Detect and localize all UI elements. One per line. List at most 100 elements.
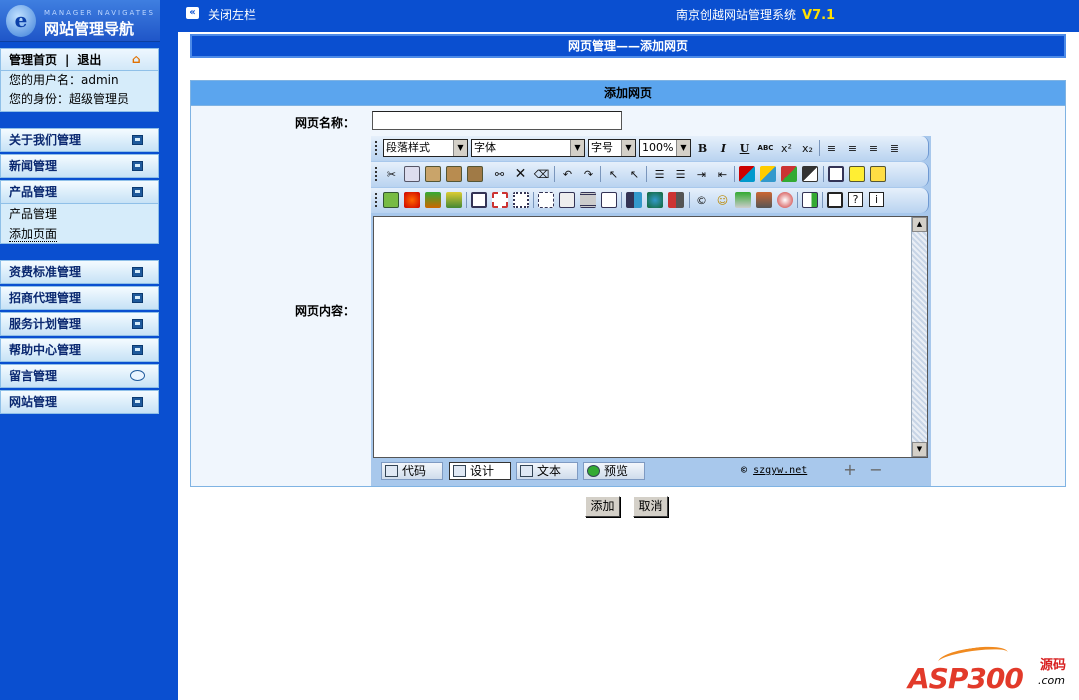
unlink-icon[interactable] <box>668 192 684 208</box>
strikethrough-button[interactable]: ABC <box>757 140 774 157</box>
menu-products[interactable]: 产品管理 <box>0 180 159 204</box>
editor-content-area[interactable]: ▲ ▼ <box>373 216 928 458</box>
menu-service-plan[interactable]: 服务计划管理 <box>0 312 159 336</box>
align-left-icon[interactable]: ≡ <box>823 140 840 157</box>
globe-link-icon[interactable] <box>647 192 663 208</box>
mode-tab-code[interactable]: 代码 <box>381 462 443 480</box>
insert-template-icon[interactable] <box>559 192 575 208</box>
paste-text-icon[interactable] <box>446 166 462 182</box>
select-value: 字体 <box>474 141 496 154</box>
select-value: 字号 <box>591 141 613 154</box>
find-replace-icon[interactable]: ⚯ <box>491 166 508 183</box>
toolbar-divider <box>689 192 690 208</box>
emoticon-icon[interactable]: ☺ <box>714 192 731 209</box>
hyperlink-icon[interactable] <box>626 192 642 208</box>
admin-home-link[interactable]: 管理首页 <box>9 51 57 68</box>
menu-news[interactable]: 新闻管理 <box>0 154 159 178</box>
toolbar-grip[interactable] <box>375 167 377 181</box>
border-icon[interactable] <box>828 166 844 182</box>
menu-label: 帮助中心管理 <box>9 343 82 357</box>
menu-tariff[interactable]: 资费标准管理 <box>0 260 159 284</box>
insert-image-icon[interactable] <box>383 192 399 208</box>
marquee-icon[interactable] <box>601 192 617 208</box>
table-cell-icon[interactable] <box>513 192 529 208</box>
date-icon[interactable] <box>756 192 772 208</box>
paragraph-style-select[interactable]: 段落样式 ▼ <box>383 139 468 157</box>
import-word-icon[interactable] <box>802 192 818 208</box>
about-icon[interactable]: i <box>869 192 884 207</box>
delete-icon[interactable]: ✕ <box>512 166 529 183</box>
eraser-icon[interactable]: ⌫ <box>533 166 550 183</box>
add-page-form: 添加网页 网页名称： 网页内容： 段落样式 ▼ 字体 ▼ 字号 ▼ 100% ▼ B I… <box>190 80 1066 487</box>
menu-help-center[interactable]: 帮助中心管理 <box>0 338 159 362</box>
copy-icon[interactable] <box>404 166 420 182</box>
insert-media-icon[interactable] <box>425 192 441 208</box>
indent-icon[interactable]: ⇥ <box>693 166 710 183</box>
align-right-icon[interactable]: ≡ <box>865 140 882 157</box>
add-button[interactable]: 添加 <box>585 496 620 517</box>
special-char-icon[interactable]: © <box>693 192 710 209</box>
logout-link[interactable]: 退出 <box>77 51 101 68</box>
mode-label: 设计 <box>470 464 495 478</box>
fullscreen-icon[interactable] <box>827 192 843 208</box>
superscript-icon[interactable]: x² <box>778 140 795 157</box>
help-icon[interactable]: ? <box>848 192 863 207</box>
unordered-list-icon[interactable]: ☰ <box>672 166 689 183</box>
select-all-icon[interactable]: ↖ <box>605 166 622 183</box>
font-family-select[interactable]: 字体 ▼ <box>471 139 585 157</box>
menu-agency[interactable]: 招商代理管理 <box>0 286 159 310</box>
remove-format-icon[interactable] <box>802 166 818 182</box>
toolbar-grip[interactable] <box>375 141 377 155</box>
horizontal-rule-icon[interactable] <box>580 192 596 208</box>
block-color-icon[interactable] <box>781 166 797 182</box>
paste-icon[interactable] <box>425 166 441 182</box>
copyright-link[interactable]: szgyw.net <box>753 465 807 476</box>
submenu-add-page[interactable]: 添加页面 <box>1 224 158 244</box>
mode-tab-text[interactable]: 文本 <box>516 462 578 480</box>
cancel-button[interactable]: 取消 <box>633 496 668 517</box>
insert-frame-icon[interactable] <box>538 192 554 208</box>
scroll-down-icon[interactable]: ▼ <box>912 442 927 457</box>
undo-icon[interactable]: ↶ <box>559 166 576 183</box>
cut-icon[interactable]: ✂ <box>383 166 400 183</box>
menu-messages[interactable]: 留言管理 <box>0 364 159 388</box>
excel-icon[interactable] <box>735 192 751 208</box>
home-icon[interactable]: ⌂ <box>132 53 145 66</box>
bold-button[interactable]: B <box>694 140 711 157</box>
absolute-position-icon[interactable] <box>870 166 886 182</box>
scroll-up-icon[interactable]: ▲ <box>912 217 927 232</box>
layer-icon[interactable] <box>849 166 865 182</box>
text-color-icon[interactable] <box>739 166 755 182</box>
underline-button[interactable]: U <box>736 140 753 157</box>
page-name-input[interactable] <box>372 111 622 130</box>
background-color-icon[interactable] <box>760 166 776 182</box>
menu-about-us[interactable]: 关于我们管理 <box>0 128 159 152</box>
align-center-icon[interactable]: ≡ <box>844 140 861 157</box>
outdent-icon[interactable]: ⇤ <box>714 166 731 183</box>
ordered-list-icon[interactable]: ☰ <box>651 166 668 183</box>
toolbar-grip[interactable] <box>375 193 377 207</box>
minus-icon[interactable]: − <box>869 462 883 478</box>
font-size-select[interactable]: 字号 ▼ <box>588 139 636 157</box>
menu-website[interactable]: 网站管理 <box>0 390 159 414</box>
paste-word-icon[interactable] <box>467 166 483 182</box>
editor-scrollbar[interactable]: ▲ ▼ <box>911 217 927 457</box>
insert-table-icon[interactable] <box>471 192 487 208</box>
insert-file-icon[interactable] <box>446 192 462 208</box>
insert-flash-icon[interactable] <box>404 192 420 208</box>
close-sidebar-link[interactable]: 关闭左栏 <box>208 6 256 23</box>
double-chevron-left-icon[interactable]: « <box>186 7 199 19</box>
redo-icon[interactable]: ↷ <box>580 166 597 183</box>
zoom-select[interactable]: 100% ▼ <box>639 139 691 157</box>
unselect-icon[interactable]: ↖ <box>626 166 643 183</box>
mode-tab-preview[interactable]: 预览 <box>583 462 645 480</box>
submenu-product-manage[interactable]: 产品管理 <box>1 204 158 224</box>
italic-button[interactable]: I <box>715 140 732 157</box>
align-justify-icon[interactable]: ≣ <box>886 140 903 157</box>
table-props-icon[interactable] <box>492 192 508 208</box>
subscript-icon[interactable]: x₂ <box>799 140 816 157</box>
time-icon[interactable] <box>777 192 793 208</box>
toolbar-divider <box>734 166 735 182</box>
mode-tab-design[interactable]: 设计 <box>449 462 511 480</box>
plus-icon[interactable]: + <box>843 462 857 478</box>
